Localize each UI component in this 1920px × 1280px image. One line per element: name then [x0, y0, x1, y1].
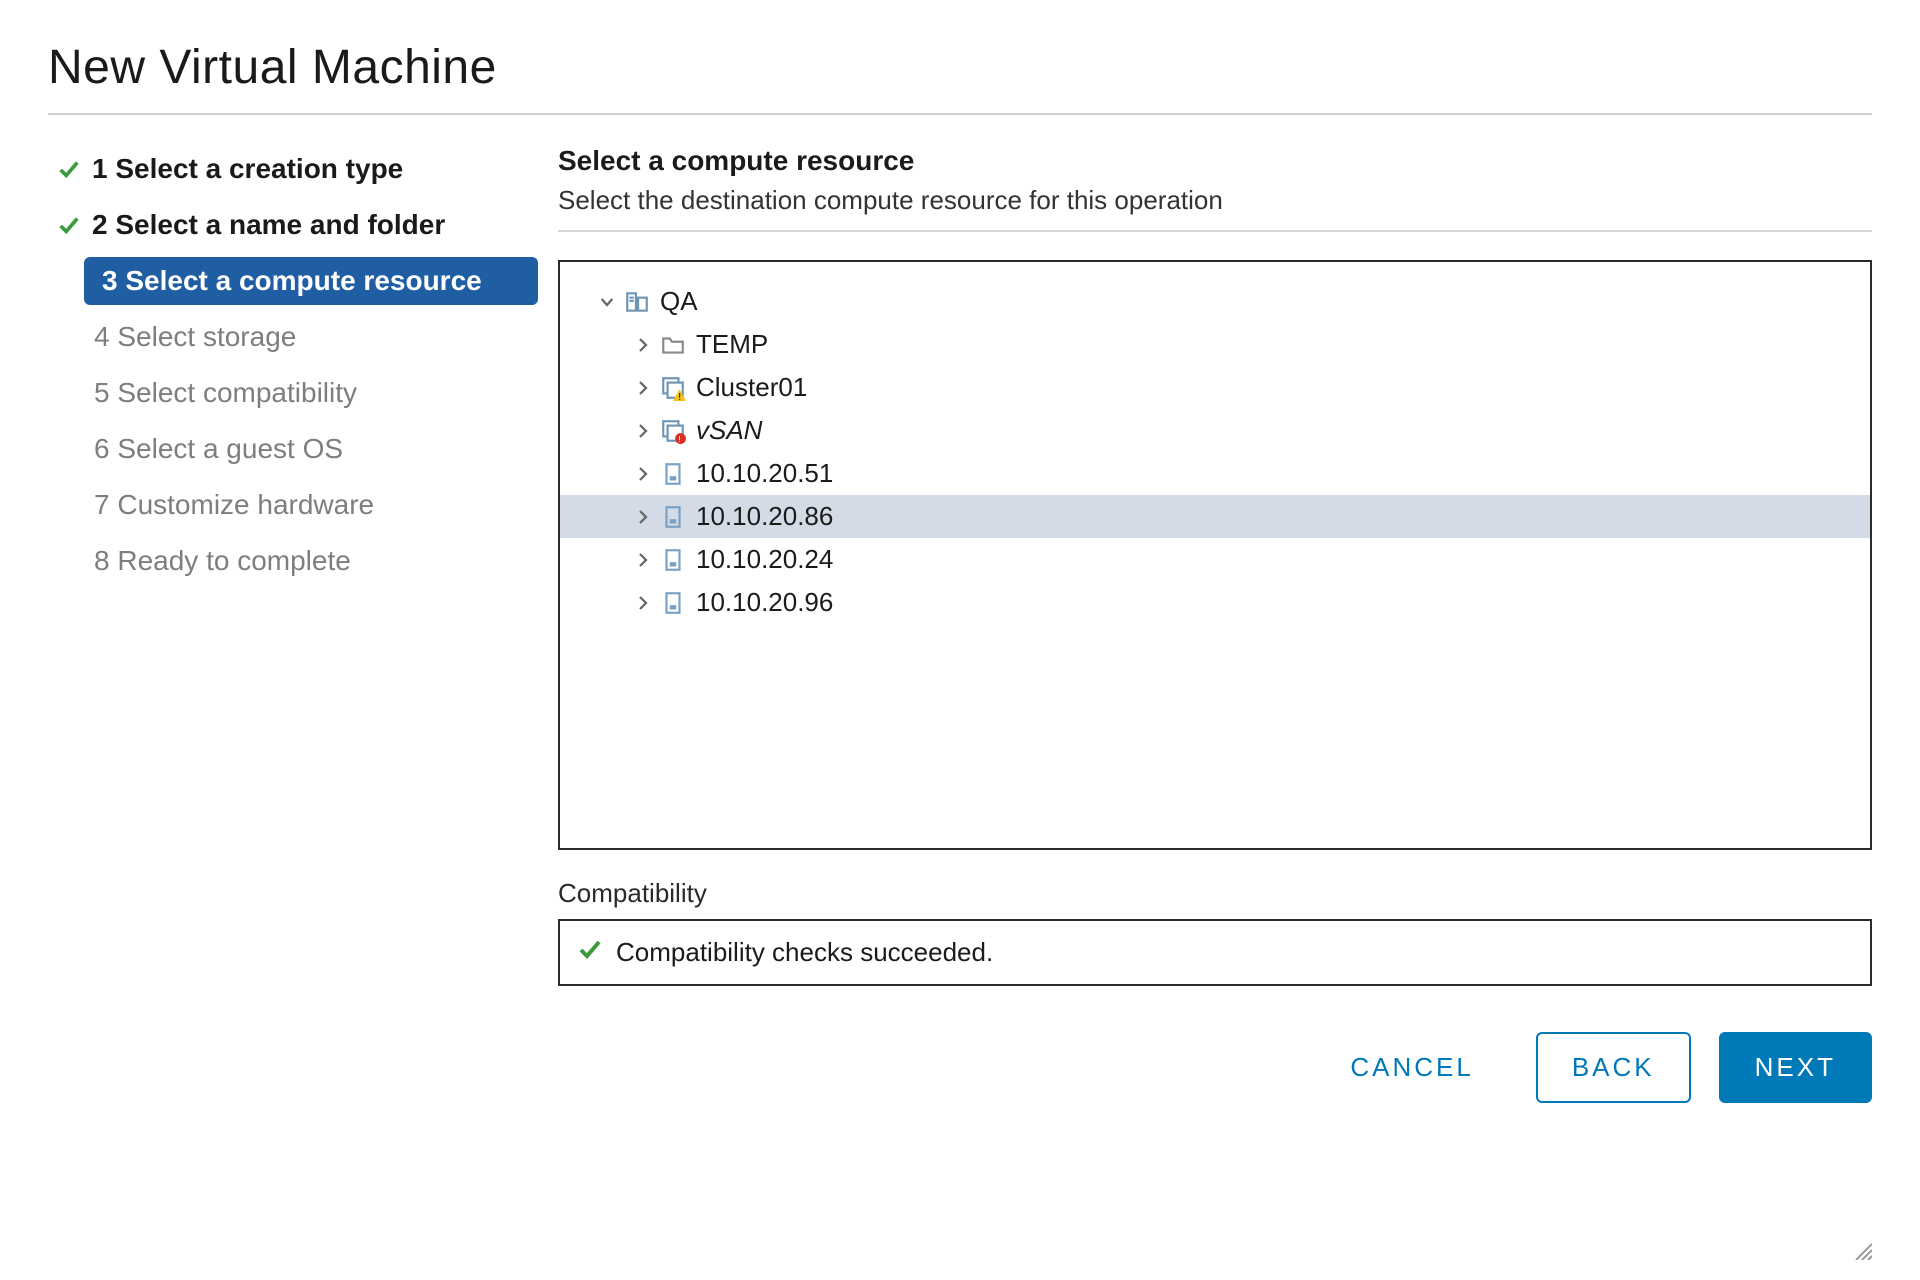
step-2[interactable]: 2 Select a name and folder — [48, 201, 538, 249]
chevron-right-icon[interactable] — [628, 379, 658, 397]
step-6: 6 Select a guest OS — [48, 425, 538, 473]
step-label: 6 Select a guest OS — [94, 433, 343, 465]
step-label: 1 Select a creation type — [92, 153, 403, 185]
footer-buttons: CANCEL BACK NEXT — [558, 1032, 1872, 1103]
tree-node-label: vSAN — [696, 415, 762, 446]
next-button[interactable]: NEXT — [1719, 1032, 1872, 1103]
step-label: 4 Select storage — [94, 321, 296, 353]
pane-heading: Select a compute resource — [558, 145, 1872, 177]
step-label: 2 Select a name and folder — [92, 209, 445, 241]
wizard-dialog: New Virtual Machine 1 Select a creation … — [48, 40, 1872, 1260]
host-icon — [658, 459, 688, 489]
wizard-title: New Virtual Machine — [48, 40, 1872, 113]
tree-node-qa[interactable]: QA — [560, 280, 1870, 323]
step-8: 8 Ready to complete — [48, 537, 538, 585]
tree-node-label: 10.10.20.51 — [696, 458, 833, 489]
check-icon — [578, 937, 616, 968]
tree-node-host-24[interactable]: 10.10.20.24 — [560, 538, 1870, 581]
pane-subheading: Select the destination compute resource … — [558, 185, 1872, 232]
step-label: 8 Ready to complete — [94, 545, 351, 577]
cancel-button[interactable]: CANCEL — [1316, 1032, 1507, 1103]
check-icon — [58, 158, 92, 180]
chevron-down-icon[interactable] — [592, 293, 622, 311]
chevron-right-icon[interactable] — [628, 422, 658, 440]
tree-node-host-86-selected[interactable]: 10.10.20.86 — [560, 495, 1870, 538]
datacenter-icon — [622, 287, 652, 317]
tree-node-label: QA — [660, 286, 698, 317]
step-label: 7 Customize hardware — [94, 489, 374, 521]
tree-node-label: 10.10.20.96 — [696, 587, 833, 618]
step-nav: 1 Select a creation type 2 Select a name… — [48, 145, 558, 593]
compat-box: Compatibility checks succeeded. — [558, 919, 1872, 986]
tree-node-label: 10.10.20.86 — [696, 501, 833, 532]
divider — [48, 113, 1872, 115]
chevron-right-icon[interactable] — [628, 594, 658, 612]
chevron-right-icon[interactable] — [628, 465, 658, 483]
svg-text:!: ! — [678, 433, 680, 443]
step-7: 7 Customize hardware — [48, 481, 538, 529]
chevron-right-icon[interactable] — [628, 551, 658, 569]
tree-node-label: TEMP — [696, 329, 768, 360]
tree-node-host-96[interactable]: 10.10.20.96 — [560, 581, 1870, 624]
tree-node-host-51[interactable]: 10.10.20.51 — [560, 452, 1870, 495]
back-button[interactable]: BACK — [1536, 1032, 1691, 1103]
tree-node-vsan[interactable]: ! vSAN — [560, 409, 1870, 452]
host-icon — [658, 545, 688, 575]
content-pane: Select a compute resource Select the des… — [558, 145, 1872, 1103]
step-label: 5 Select compatibility — [94, 377, 357, 409]
tree-node-label: Cluster01 — [696, 372, 807, 403]
step-3-active[interactable]: 3 Select a compute resource — [84, 257, 538, 305]
step-label: 3 Select a compute resource — [102, 265, 482, 297]
svg-text:!: ! — [678, 391, 681, 400]
folder-icon — [658, 330, 688, 360]
host-icon — [658, 588, 688, 618]
step-1[interactable]: 1 Select a creation type — [48, 145, 538, 193]
resource-tree[interactable]: QA TEMP — [558, 260, 1872, 850]
step-5: 5 Select compatibility — [48, 369, 538, 417]
chevron-right-icon[interactable] — [628, 508, 658, 526]
compat-message: Compatibility checks succeeded. — [616, 937, 993, 968]
chevron-right-icon[interactable] — [628, 336, 658, 354]
resize-grip-icon[interactable] — [1850, 1238, 1872, 1260]
cluster-warning-icon: ! — [658, 373, 688, 403]
tree-node-cluster01[interactable]: ! Cluster01 — [560, 366, 1870, 409]
tree-node-label: 10.10.20.24 — [696, 544, 833, 575]
host-icon — [658, 502, 688, 532]
cluster-error-icon: ! — [658, 416, 688, 446]
tree-node-temp[interactable]: TEMP — [560, 323, 1870, 366]
compat-section-label: Compatibility — [558, 878, 1872, 909]
wizard-body: 1 Select a creation type 2 Select a name… — [48, 145, 1872, 1103]
check-icon — [58, 214, 92, 236]
step-4: 4 Select storage — [48, 313, 538, 361]
